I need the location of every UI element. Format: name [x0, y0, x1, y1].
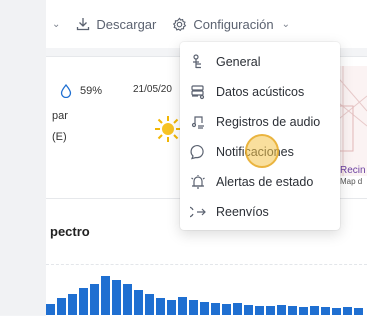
menu-item-general[interactable]: General [180, 47, 340, 77]
spectrum-bar [211, 303, 220, 315]
spectrum-bars [46, 276, 363, 315]
menu-item-label: Alertas de estado [216, 175, 314, 189]
spectrum-bar [200, 302, 209, 315]
spectrum-bar [255, 306, 264, 315]
alert-bell-icon [190, 174, 206, 190]
map-caption-label: Map d [340, 177, 363, 186]
spectrum-bar [321, 307, 330, 315]
settings-label: Configuración [193, 16, 274, 32]
spectrum-bar [288, 306, 297, 315]
menu-item-acoustic-data[interactable]: Datos acústicos [180, 77, 340, 107]
spectrum-bar [244, 305, 253, 315]
database-icon [190, 84, 206, 100]
chevron-down-icon[interactable]: ⌄ [52, 19, 60, 30]
download-label: Descargar [96, 16, 157, 32]
spectrum-bar [57, 298, 66, 315]
toolbar: ⌄ Descargar Configuración ⌄ [46, 0, 367, 48]
chart-gridline [46, 264, 367, 265]
menu-item-notifications[interactable]: Notificaciones [180, 137, 340, 167]
spectrum-bar [277, 305, 286, 315]
spectrum-bar [189, 300, 198, 315]
menu-item-label: Reenvíos [216, 205, 269, 219]
audio-file-icon [190, 114, 206, 130]
spectrum-bar [79, 288, 88, 315]
menu-item-status-alerts[interactable]: Alertas de estado [180, 167, 340, 197]
menu-item-label: Datos acústicos [216, 85, 305, 99]
spectrum-bar [134, 290, 143, 315]
spectrum-bar [112, 280, 121, 315]
spectrum-bar [145, 294, 154, 315]
spectrum-bar [299, 307, 308, 315]
spectrum-bar [167, 300, 176, 315]
date-text: 21/05/20 [133, 84, 172, 95]
spectrum-bar [178, 297, 187, 315]
menu-item-label: Notificaciones [216, 145, 294, 159]
chat-bubble-icon [190, 144, 206, 160]
spectrum-bar [354, 308, 363, 315]
download-icon [76, 17, 90, 31]
spectrum-bar [233, 303, 242, 315]
sun-icon [153, 114, 183, 149]
menu-item-audio-records[interactable]: Registros de audio [180, 107, 340, 137]
weather-text-line-2: (E) [52, 131, 67, 143]
menu-item-label: Registros de audio [216, 115, 321, 129]
download-button[interactable]: Descargar [76, 17, 156, 32]
person-tree-icon [190, 54, 206, 70]
water-drop-icon [60, 84, 72, 98]
spectrum-bar [156, 298, 165, 315]
spectrum-bar [68, 294, 77, 315]
spectrum-bar [123, 284, 132, 315]
spectrum-bar [310, 306, 319, 315]
menu-item-label: General [216, 55, 261, 69]
weather-text-line-1: par [52, 110, 68, 122]
spectrum-bar [343, 307, 352, 315]
humidity-value: 59% [80, 85, 103, 97]
chevron-down-icon: ⌄ [281, 18, 290, 30]
forward-arrow-icon [190, 204, 206, 220]
settings-button[interactable]: Configuración ⌄ [172, 17, 290, 32]
spectrum-bar [46, 304, 55, 315]
left-gutter [0, 0, 46, 315]
settings-dropdown-menu: General Datos acústicos Registros de aud… [180, 42, 340, 230]
spectrum-bar [222, 304, 231, 315]
gear-icon [172, 16, 187, 32]
humidity-row: 59% [60, 84, 102, 98]
spectrum-bar [90, 284, 99, 315]
menu-item-forwards[interactable]: Reenvíos [180, 197, 340, 227]
spectrum-section-title: pectro [50, 224, 90, 239]
spectrum-bar [266, 306, 275, 315]
spectrum-bar [101, 276, 110, 315]
spectrum-bar [332, 308, 341, 315]
map-location-label: Recin [340, 165, 366, 176]
